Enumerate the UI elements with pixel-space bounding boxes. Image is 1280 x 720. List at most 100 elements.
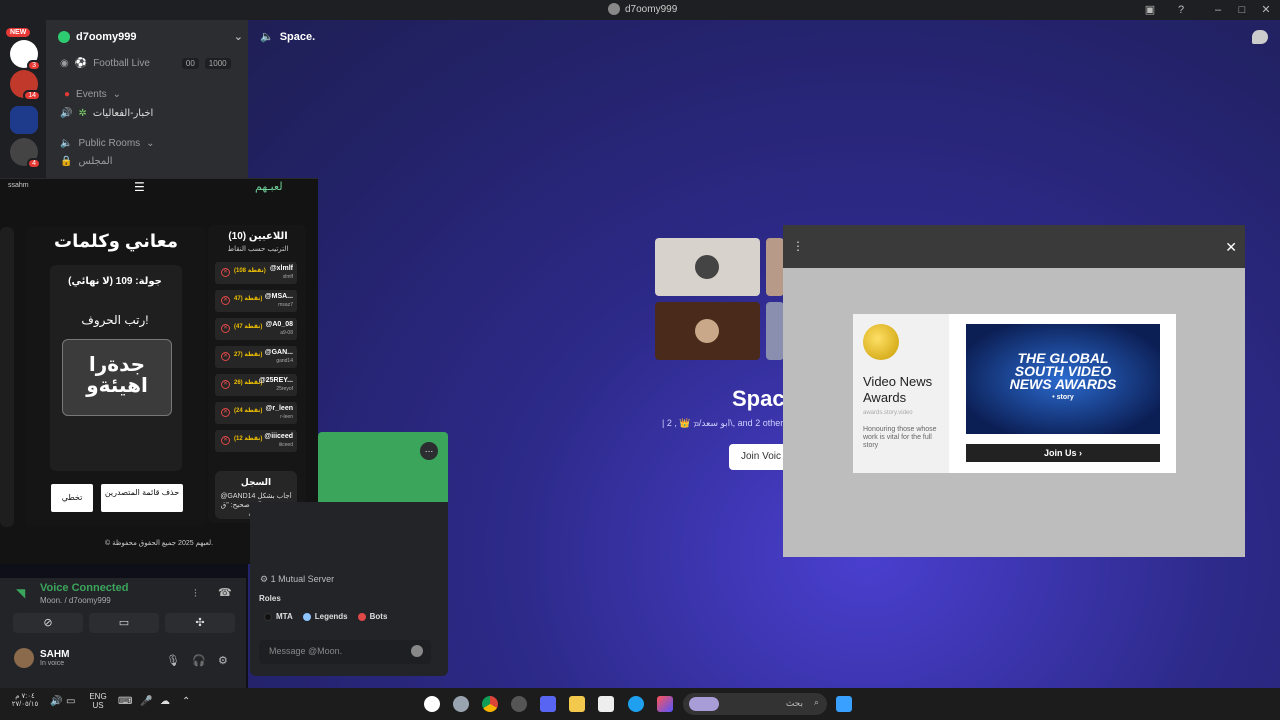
category-public-rooms[interactable]: 🔈 Public Rooms ⌄ [60,138,155,149]
new-badge: NEW [6,28,31,37]
participant-tile[interactable] [766,302,784,360]
disconnect-icon[interactable]: ☎ [218,586,232,599]
keyboard-icon[interactable]: ⌨ [118,696,132,707]
help-icon[interactable]: ? [1173,2,1189,18]
clear-leaderboard-button[interactable]: حذف قائمة المتصدرين [101,484,183,512]
mic-icon[interactable]: 🎤 [140,696,152,707]
space-members: | 2 , 👑 ابو سعد/ܡ\, and 2 others a [662,418,796,428]
more-icon[interactable]: … [420,442,438,460]
clock[interactable]: ٧:٠٤ م ٢٧/٠٥/١٥ [8,692,42,708]
obs-icon[interactable] [424,696,440,712]
players-sub: الترتيب حسب النقاط [227,246,289,253]
ad-join-button[interactable]: Join Us › [966,444,1160,462]
discord-icon[interactable] [540,696,556,712]
inbox-icon[interactable]: ▣ [1142,2,1158,18]
speaker-icon: 🔈 [260,31,274,43]
ad-image[interactable]: THE GLOBAL SOUTH VIDEO NEWS AWARDS • sto… [966,324,1160,434]
participant-tile[interactable] [766,238,784,296]
camera-off-button[interactable]: ⊘ [13,613,83,633]
activities-button[interactable]: ✣ [165,613,235,633]
player-row[interactable]: ✕ (24 نقطة) @r_leen r-leen [215,402,297,424]
emoji-icon[interactable] [411,645,423,657]
player-row[interactable]: ✕ 47) نقطة) @MSA... msaz7 [215,290,297,312]
channel-news[interactable]: 🔊 ✲ اخبار-الفعاليات [60,108,153,119]
channel-sidebar: d7oomy999 ⌄ ◉ ⚽ Football Live 00 1000 ● … [46,20,248,180]
join-voice-button[interactable]: Join Voic [729,444,789,470]
participant-tile[interactable] [655,238,760,296]
remove-icon[interactable]: ✕ [221,268,230,277]
windows-start-icon[interactable] [836,696,852,712]
edge-icon[interactable] [628,696,644,712]
remove-icon[interactable]: ✕ [221,380,230,389]
ad-text: Honouring those whose work is vital for … [863,426,937,449]
language-indicator[interactable]: ENG US [86,692,110,710]
close-button[interactable]: ✕ [1258,2,1274,18]
remove-icon[interactable]: ✕ [221,352,230,361]
players-title: اللاعبين (10) [228,231,288,242]
chevron-up-icon[interactable]: ⌃ [182,696,190,707]
server-icon-red[interactable]: 14 [10,70,41,101]
clover-icon: ✲ [78,108,87,119]
remove-icon[interactable]: ✕ [221,408,230,417]
server-icon-f31[interactable]: 4 [10,138,41,169]
voice-location: Moon. / d7oomy999 [40,596,111,605]
settings-icon[interactable] [453,696,469,712]
ad-card[interactable]: Video News Awards awards.story.video Hon… [853,314,1176,473]
category-events[interactable]: ● Events ⌄ [64,89,121,100]
server-icon-chrome[interactable]: 3 [10,40,41,71]
headphones-icon[interactable]: 🎧 [192,654,206,667]
more-icon[interactable]: ⋮ [792,239,804,253]
chevron-down-icon: ⌄ [233,31,243,43]
menu-icon[interactable]: ☰ [134,180,145,194]
app-icon[interactable] [511,696,527,712]
remove-icon[interactable]: ✕ [221,436,230,445]
user-panel[interactable]: SAHM In voice [14,648,69,668]
remove-icon[interactable]: ✕ [221,296,230,305]
close-icon[interactable]: ✕ [1225,239,1237,256]
store-icon[interactable] [598,696,614,712]
player-row[interactable]: ✕ (108 نقطة) @xlmlf xlmlf [215,262,297,284]
settings-icon[interactable]: ⚙ [218,654,228,667]
server-icon-triangle[interactable] [10,106,38,134]
network-icon[interactable]: ▭ [66,696,75,707]
verified-icon [58,30,70,43]
remove-icon[interactable]: ✕ [221,324,230,333]
roles-list: MTA Legends Bots [264,612,387,621]
volume-icon[interactable]: 🔊 [50,696,62,707]
mic-icon[interactable]: 🎙 [166,654,180,667]
signal-icon: ◥ [16,586,26,600]
screen-share-button[interactable]: ▭ [89,613,159,633]
game-logo: لعبـهم [255,181,283,193]
channel-majlis[interactable]: 🔒 المجلس [60,156,113,167]
player-row[interactable]: ✕ (47 نقطة) @A0_08 a9-08 [215,318,297,340]
maximize-button[interactable]: □ [1234,2,1250,18]
avatar [14,648,34,668]
server-header[interactable]: d7oomy999 ⌄ [58,30,243,43]
skip-button[interactable]: تخطي [51,484,93,512]
server-rail: NEW 3 14 4 [0,20,46,180]
player-row[interactable]: ✕ 27) نقطة) @GAN... gand14 [215,346,297,368]
instruction-label: رتب الحروف! [81,313,149,327]
message-input[interactable]: Message @Moon. [259,640,431,664]
chrome-icon[interactable] [482,696,498,712]
player-row[interactable]: ✕ 26) نقطة) @25REY... 25reyof [215,374,297,396]
ad-title: Video News Awards [863,374,933,405]
participant-tile[interactable] [655,302,760,360]
copilot-icon[interactable] [657,696,673,712]
chat-icon[interactable] [1252,30,1268,44]
scrambled-word: جدةرا اهيئةو [62,339,172,416]
minimize-button[interactable]: – [1210,2,1226,18]
cloud-icon[interactable]: ☁ [160,696,170,707]
search-highlight-icon [689,697,719,711]
player-row[interactable]: ✕ (12 نقطة) @iiiceed iiiceed [215,430,297,452]
search-box[interactable]: بحث ⌕ [683,693,827,715]
folder-icon[interactable] [569,696,585,712]
camera-off-icon: ⊘ [43,617,53,629]
speaker-icon: 🔊 [60,108,73,119]
left-panel [0,227,14,527]
voice-status[interactable]: Voice Connected [40,582,128,594]
mutual-servers[interactable]: ⚙ 1 Mutual Server [260,574,334,585]
discord-icon [608,3,620,15]
soundboard-icon[interactable]: ⫶ [194,588,197,601]
channel-football-live[interactable]: ◉ ⚽ Football Live 00 1000 [60,58,231,69]
